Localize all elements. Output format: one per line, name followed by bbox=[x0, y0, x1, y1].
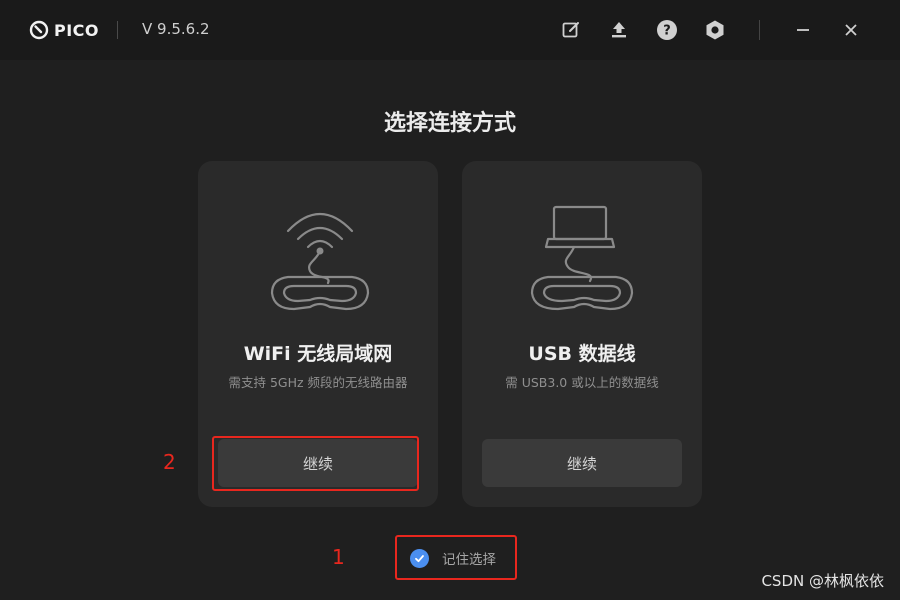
page-title: 选择连接方式 bbox=[383, 111, 516, 136]
annotation-number-1: 1 bbox=[332, 545, 345, 569]
window-controls-divider bbox=[759, 20, 760, 40]
pico-logo: PICO bbox=[29, 19, 99, 41]
minimize-icon[interactable] bbox=[791, 18, 815, 42]
wifi-card-description: 需支持 5GHz 频段的无线路由器 bbox=[228, 375, 408, 390]
svg-text:?: ? bbox=[663, 24, 671, 39]
usb-card-description: 需 USB3.0 或以上的数据线 bbox=[505, 375, 659, 390]
version-label: V 9.5.6.2 bbox=[142, 20, 210, 38]
wifi-headset-icon bbox=[270, 212, 370, 311]
watermark: CSDN @林枫依依 bbox=[761, 572, 884, 590]
wifi-card-title: WiFi 无线局域网 bbox=[243, 343, 393, 365]
help-icon[interactable]: ? bbox=[655, 18, 679, 42]
annotation-number-2: 2 bbox=[163, 450, 176, 474]
upload-icon[interactable] bbox=[607, 18, 631, 42]
pico-logo-icon bbox=[29, 20, 49, 40]
laptop-headset-icon bbox=[530, 205, 634, 311]
usb-continue-button[interactable]: 继续 bbox=[482, 439, 682, 487]
edit-icon[interactable] bbox=[559, 18, 583, 42]
brand-name: PICO bbox=[54, 20, 100, 40]
app-window: PICO V 9.5.6.2 ? 选择连接方式 WiFi 无线局域网 需支持 5… bbox=[0, 0, 900, 600]
settings-icon[interactable] bbox=[703, 18, 727, 42]
title-bar: PICO V 9.5.6.2 ? bbox=[0, 0, 900, 60]
annotation-box-2 bbox=[212, 436, 419, 491]
title-divider bbox=[117, 21, 118, 39]
close-icon[interactable] bbox=[839, 18, 863, 42]
annotation-box-1 bbox=[395, 535, 517, 580]
usb-card-title: USB 数据线 bbox=[528, 343, 636, 365]
usb-connection-card[interactable]: USB 数据线 需 USB3.0 或以上的数据线 继续 bbox=[462, 161, 702, 507]
